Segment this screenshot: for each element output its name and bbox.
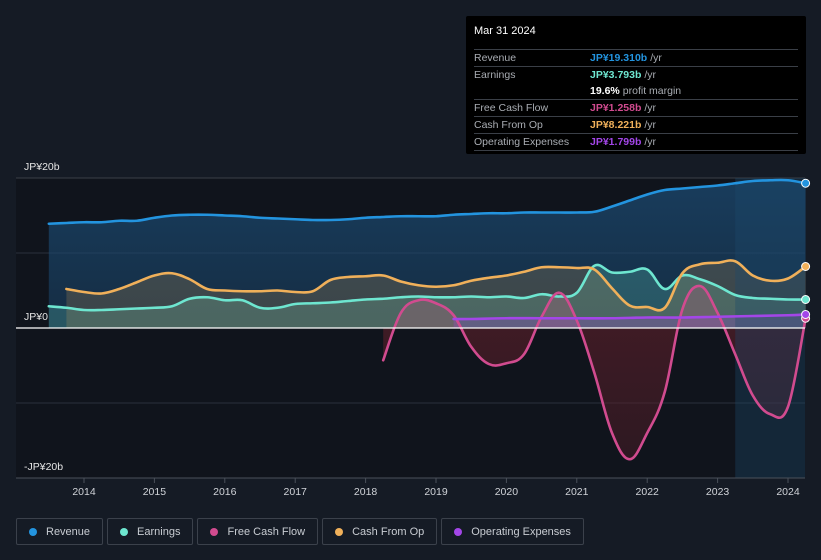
- legend-item-revenue[interactable]: Revenue: [16, 518, 104, 545]
- tooltip-unit: /yr: [644, 136, 657, 148]
- tooltip-row-cash-from-op: Cash From Op JP¥8.221b /yr: [474, 117, 798, 134]
- tooltip-value: JP¥3.793b: [590, 69, 642, 81]
- legend: Revenue Earnings Free Cash Flow Cash Fro…: [16, 518, 584, 545]
- operating-expenses-endpoint: [801, 310, 811, 319]
- legend-label: Free Cash Flow: [227, 525, 306, 538]
- x-tick-label: 2023: [706, 486, 730, 498]
- tooltip-row-operating-expenses: Operating Expenses JP¥1.799b /yr: [474, 134, 798, 151]
- tooltip-unit: /yr: [644, 102, 657, 114]
- tooltip-value: 19.6%: [590, 85, 620, 97]
- tooltip-label: Cash From Op: [474, 119, 543, 131]
- tooltip-label: [474, 83, 590, 99]
- earnings-endpoint: [801, 295, 811, 304]
- tooltip-unit: profit margin: [622, 85, 682, 97]
- tooltip-value: JP¥1.799b: [590, 136, 642, 148]
- tooltip-value: JP¥1.258b: [590, 102, 642, 114]
- tooltip-unit: /yr: [650, 52, 662, 64]
- cash-from-op-dot-icon: [335, 527, 344, 536]
- operating-expenses-dot-icon: [454, 527, 463, 536]
- legend-item-operating-expenses[interactable]: Operating Expenses: [441, 518, 584, 545]
- tooltip-value: JP¥8.221b: [590, 119, 642, 131]
- x-tick-label: 2017: [284, 486, 308, 498]
- legend-label: Cash From Op: [352, 525, 425, 538]
- tooltip-value: JP¥19.310b: [590, 52, 648, 64]
- revenue-endpoint: [801, 178, 811, 188]
- revenue-dot-icon: [29, 527, 37, 536]
- y-tick-label: JP¥20b: [24, 161, 60, 173]
- tooltip-label: Operating Expenses: [474, 136, 570, 148]
- x-tick-label: 2021: [565, 486, 589, 498]
- cash-from-op-endpoint: [801, 262, 811, 271]
- tooltip-date: Mar 31 2024: [474, 24, 798, 50]
- tooltip-row-revenue: Revenue JP¥19.310b /yr: [474, 50, 798, 67]
- y-tick-label: JP¥0: [24, 311, 48, 323]
- legend-label: Earnings: [137, 525, 181, 538]
- tooltip-row-earnings: Earnings JP¥3.793b /yr: [474, 67, 798, 83]
- tooltip: Mar 31 2024 Revenue JP¥19.310b /yr Earni…: [466, 16, 806, 154]
- legend-label: Operating Expenses: [471, 525, 571, 538]
- x-tick-label: 2014: [72, 486, 96, 498]
- x-tick-label: 2016: [213, 486, 237, 498]
- legend-item-cash-from-op[interactable]: Cash From Op: [322, 518, 438, 545]
- x-tick-label: 2018: [354, 486, 378, 498]
- legend-item-free-cash-flow[interactable]: Free Cash Flow: [197, 518, 319, 545]
- earnings-dot-icon: [120, 527, 129, 536]
- legend-item-earnings[interactable]: Earnings: [107, 518, 194, 545]
- tooltip-label: Revenue: [474, 52, 517, 64]
- tooltip-row-profit-margin: 19.6% profit margin: [474, 83, 798, 100]
- x-tick-label: 2024: [776, 486, 800, 498]
- tooltip-label: Free Cash Flow: [474, 102, 549, 114]
- free-cash-flow-dot-icon: [210, 527, 219, 536]
- legend-label: Revenue: [46, 525, 91, 538]
- tooltip-unit: /yr: [644, 119, 657, 131]
- x-tick-label: 2019: [424, 486, 448, 498]
- tooltip-unit: /yr: [644, 69, 657, 81]
- x-tick-label: 2022: [636, 486, 660, 498]
- tooltip-label: Earnings: [474, 69, 516, 81]
- x-tick-label: 2015: [143, 486, 167, 498]
- x-axis: 2014 2015 2016 2017 2018 2019 2020 2021 2022 2023…: [16, 477, 805, 498]
- x-tick-label: 2020: [495, 486, 519, 498]
- tooltip-row-free-cash-flow: Free Cash Flow JP¥1.258b /yr: [474, 100, 798, 117]
- y-tick-label: -JP¥20b: [24, 461, 63, 473]
